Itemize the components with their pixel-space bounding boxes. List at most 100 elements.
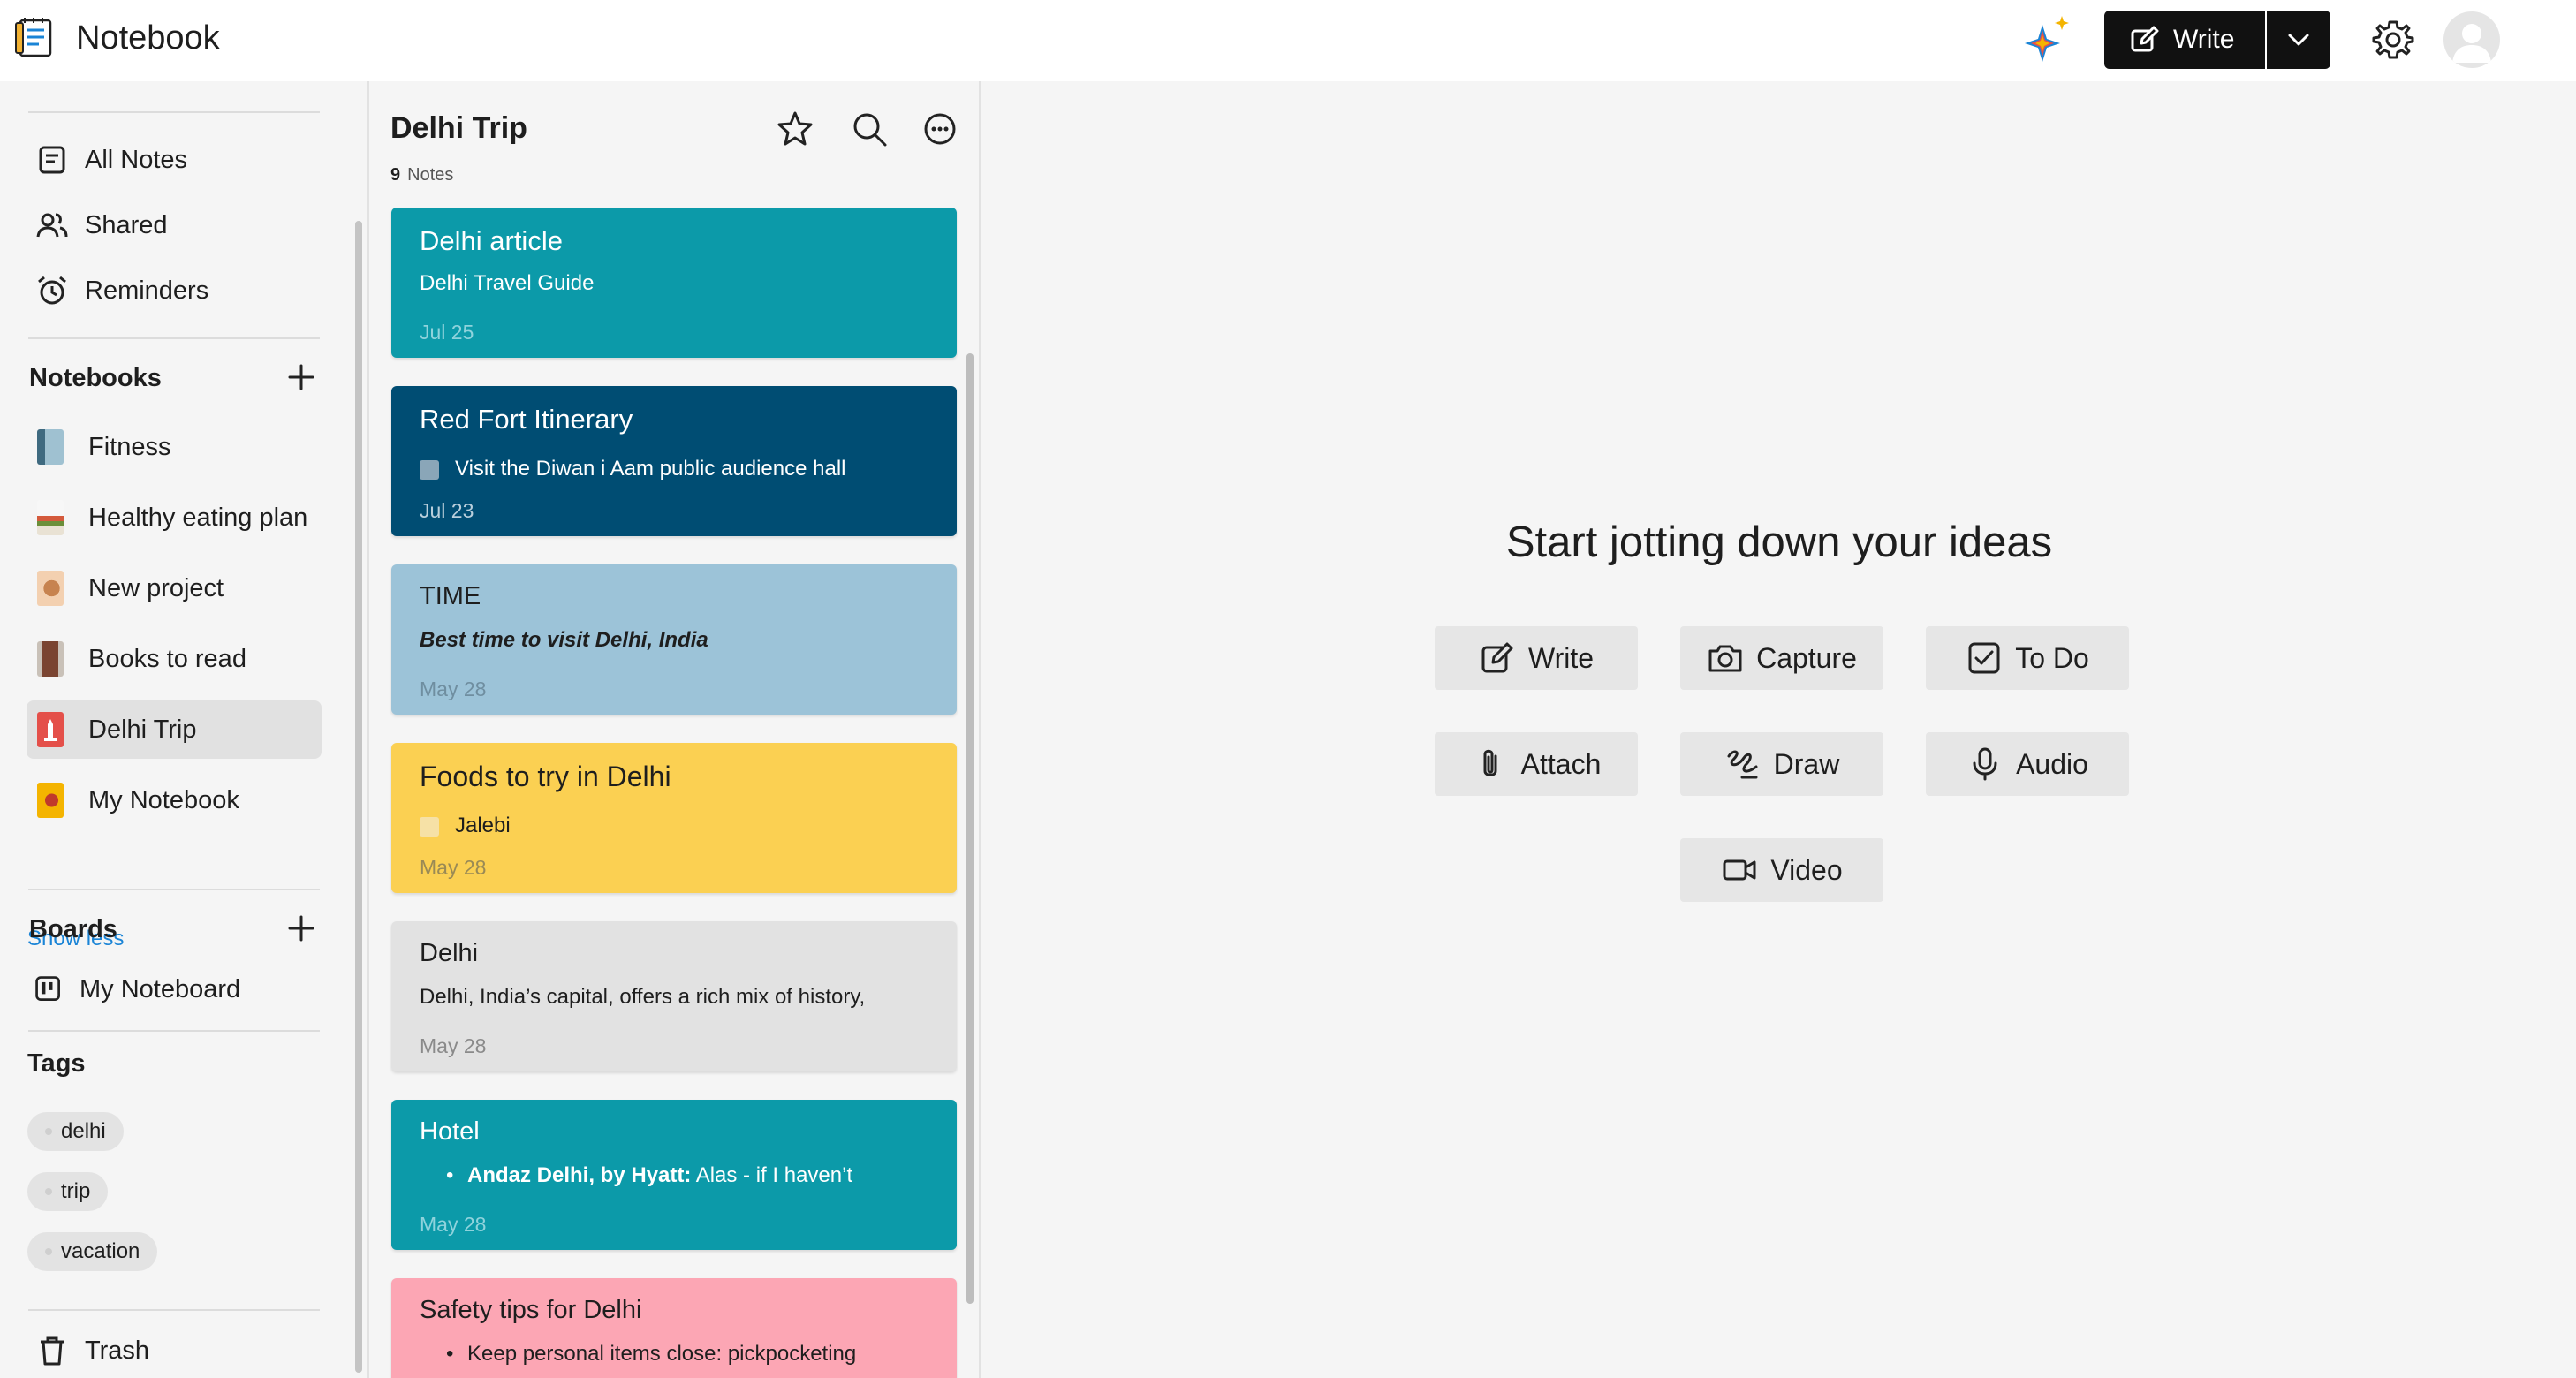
- tag-label: delhi: [61, 1119, 106, 1143]
- notes-scrollbar[interactable]: [966, 353, 974, 1304]
- sidebar-item-reminders[interactable]: Reminders: [35, 266, 208, 315]
- note-bullet-item: Keep personal items close: pickpocketing: [446, 1342, 857, 1367]
- bullet-text: Alas - if I haven’t: [691, 1163, 853, 1187]
- note-card[interactable]: Foods to try in Delhi Jalebi May 28: [391, 743, 957, 893]
- note-card[interactable]: Delhi article Delhi Travel Guide Jul 25: [391, 208, 957, 358]
- action-label: Video: [1770, 853, 1843, 886]
- chevron-down-icon: [2288, 34, 2309, 46]
- checkbox-icon: [420, 816, 439, 837]
- pencil-icon: [1481, 642, 1513, 673]
- action-label: To Do: [2015, 641, 2089, 674]
- more-options-icon[interactable]: [921, 110, 959, 148]
- notebook-label: Healthy eating plan: [88, 503, 308, 532]
- tag-vacation[interactable]: vacation: [27, 1232, 158, 1271]
- note-date: May 28: [420, 678, 487, 700]
- notebook-cover: [37, 641, 64, 677]
- write-button-label: Write: [2173, 25, 2235, 54]
- ai-sparkle-icon[interactable]: [2023, 12, 2072, 65]
- notebook-cover: [37, 783, 64, 818]
- draw-action-button[interactable]: Draw: [1680, 732, 1883, 796]
- notebook-item-new-project[interactable]: New project: [27, 559, 322, 617]
- notebook-label: My Notebook: [88, 785, 239, 814]
- star-icon[interactable]: [776, 110, 814, 148]
- scribble-icon: [1727, 750, 1758, 779]
- notebook-logo-icon[interactable]: [12, 16, 57, 60]
- trash-icon: [41, 1336, 64, 1366]
- video-camera-icon: [1723, 859, 1756, 881]
- notebook-label: Books to read: [88, 644, 246, 673]
- action-label: Attach: [1520, 747, 1602, 780]
- notebook-cover: [37, 429, 64, 465]
- add-board-icon[interactable]: [286, 913, 316, 943]
- action-label: Audio: [2016, 747, 2088, 780]
- notebook-cover: [37, 571, 64, 606]
- notebook-item-delhi-trip[interactable]: Delhi Trip: [27, 700, 322, 759]
- note-card[interactable]: TIME Best time to visit Delhi, India May…: [391, 564, 957, 715]
- sidebar-item-trash[interactable]: Trash: [35, 1326, 149, 1375]
- sidebar-item-label: My Noteboard: [80, 974, 241, 1003]
- tag-dot: [45, 1128, 52, 1135]
- tags-heading: Tags: [27, 1049, 86, 1078]
- note-card[interactable]: Safety tips for Delhi Keep personal item…: [391, 1278, 957, 1378]
- notebook-cover: [37, 712, 64, 747]
- avatar[interactable]: [2443, 11, 2500, 68]
- notebook-item-books-to-read[interactable]: Books to read: [27, 630, 322, 688]
- note-bullet-item: Andaz Delhi, by Hyatt: Alas - if I haven…: [446, 1163, 853, 1188]
- note-card[interactable]: Hotel Andaz Delhi, by Hyatt: Alas - if I…: [391, 1100, 957, 1250]
- note-title: Delhi article: [420, 225, 563, 256]
- sidebar-item-label: All Notes: [85, 145, 188, 174]
- tag-dot: [45, 1248, 52, 1255]
- divider: [28, 889, 320, 890]
- bullet-bold-text: Andaz Delhi, by Hyatt:: [467, 1163, 692, 1187]
- notebook-item-my-notebook[interactable]: My Notebook: [27, 771, 322, 829]
- user-icon: [2452, 24, 2491, 63]
- action-label: Draw: [1773, 747, 1840, 780]
- checklist-item-text: Jalebi: [455, 814, 511, 837]
- write-action-button[interactable]: Write: [1435, 626, 1638, 690]
- gear-icon[interactable]: [2371, 18, 2415, 62]
- add-notebook-icon[interactable]: [286, 362, 316, 392]
- capture-action-button[interactable]: Capture: [1680, 626, 1883, 690]
- write-button[interactable]: Write: [2104, 11, 2265, 69]
- board-icon: [35, 976, 60, 1001]
- attach-action-button[interactable]: Attach: [1435, 732, 1638, 796]
- notes-count: 9 Notes: [390, 165, 453, 186]
- bullet-text: Keep personal items close: pickpocketing: [467, 1342, 857, 1366]
- note-checklist-item: Visit the Diwan i Aam public audience ha…: [420, 457, 845, 481]
- sidebar-item-shared[interactable]: Shared: [35, 201, 168, 250]
- note-card[interactable]: Red Fort Itinerary Visit the Diwan i Aam…: [391, 386, 957, 536]
- sidebar-scrollbar[interactable]: [355, 221, 362, 1373]
- app-title: Notebook: [76, 19, 220, 57]
- tag-label: trip: [61, 1179, 91, 1203]
- paperclip-icon: [1483, 749, 1497, 776]
- empty-state-heading: Start jotting down your ideas: [1505, 519, 2053, 566]
- sidebar: All Notes Shared Reminders Notebooks Fit…: [0, 81, 369, 1378]
- sidebar-item-label: Reminders: [85, 276, 209, 305]
- edit-icon: [2131, 26, 2159, 52]
- write-options-dropdown[interactable]: [2267, 11, 2330, 69]
- notebooks-heading: Notebooks: [29, 364, 162, 392]
- todo-action-button[interactable]: To Do: [1926, 626, 2129, 690]
- note-title: Red Fort Itinerary: [420, 404, 633, 435]
- note-date: May 28: [420, 1213, 487, 1236]
- notebook-cover: [37, 500, 64, 535]
- tag-delhi[interactable]: delhi: [27, 1112, 124, 1151]
- search-icon[interactable]: [850, 110, 889, 148]
- sidebar-item-all-notes[interactable]: All Notes: [35, 135, 187, 185]
- video-action-button[interactable]: Video: [1680, 838, 1883, 902]
- note-title: TIME: [420, 582, 481, 610]
- action-label: Write: [1527, 641, 1595, 674]
- audio-action-button[interactable]: Audio: [1926, 732, 2129, 796]
- camera-icon: [1708, 645, 1742, 672]
- write-button-group: Write: [2104, 11, 2330, 69]
- notebook-item-fitness[interactable]: Fitness: [27, 418, 322, 476]
- note-date: May 28: [420, 1034, 487, 1057]
- note-card[interactable]: Delhi Delhi, India’s capital, offers a r…: [391, 921, 957, 1071]
- note-preview: Delhi, India’s capital, offers a rich mi…: [420, 985, 866, 1009]
- board-item-my-noteboard[interactable]: My Noteboard: [34, 965, 240, 1014]
- note-icon: [39, 146, 65, 174]
- boards-heading: Boards: [29, 915, 117, 943]
- notes-count-label: Notes: [407, 165, 454, 185]
- notebook-item-healthy-eating-plan[interactable]: Healthy eating plan: [27, 488, 322, 547]
- tag-trip[interactable]: trip: [27, 1172, 109, 1211]
